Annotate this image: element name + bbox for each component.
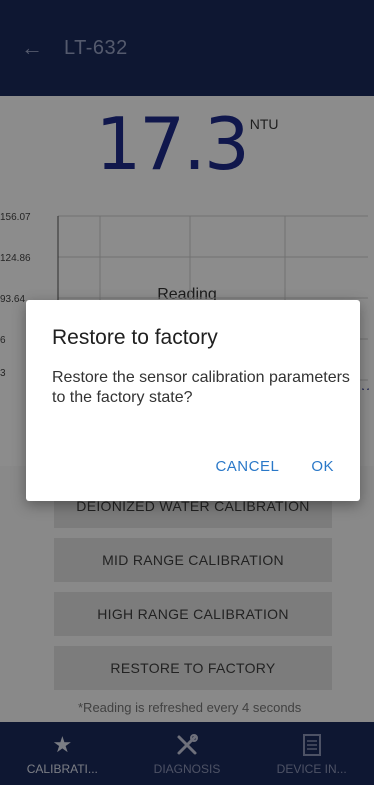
restore-factory-dialog: Restore to factory Restore the sensor ca… bbox=[26, 300, 360, 501]
dialog-actions: CANCEL OK bbox=[215, 458, 334, 475]
dialog-title: Restore to factory bbox=[52, 326, 218, 349]
dialog-message: Restore the sensor calibration parameter… bbox=[52, 369, 350, 406]
cancel-button[interactable]: CANCEL bbox=[215, 458, 279, 475]
ok-button[interactable]: OK bbox=[311, 458, 334, 475]
